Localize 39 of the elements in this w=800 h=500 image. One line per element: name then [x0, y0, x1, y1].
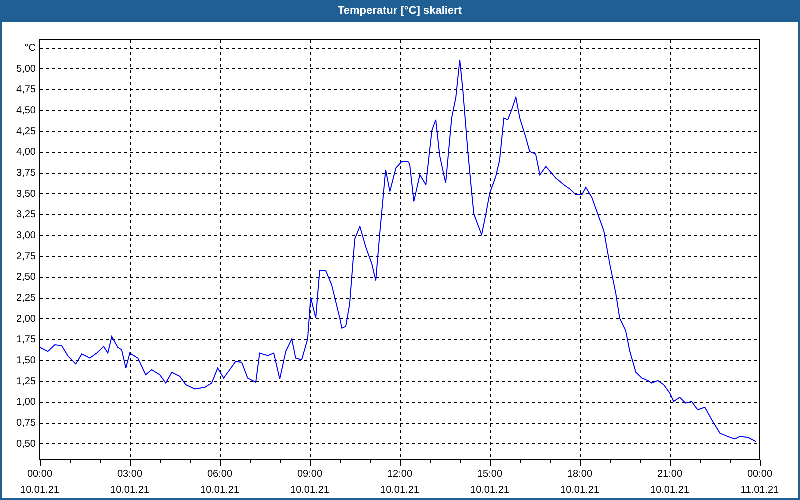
x-date-label: 10.01.21 — [380, 485, 420, 496]
y-tick-label: 0,75 — [16, 418, 36, 429]
y-tick-label: 3,25 — [16, 210, 36, 221]
x-tick-label: 15:00 — [477, 469, 503, 480]
x-tick-label: 09:00 — [297, 469, 323, 480]
x-date-label: 10.01.21 — [290, 485, 330, 496]
y-tick-label: 4,75 — [16, 84, 36, 96]
y-tick-label: 1,00 — [16, 397, 36, 408]
x-tick-label: 06:00 — [207, 469, 233, 480]
x-tick-label: 00:00 — [747, 469, 773, 480]
x-date-label: 10.01.21 — [200, 485, 240, 496]
x-tick-label: 18:00 — [567, 469, 593, 480]
y-tick-label: 0,50 — [16, 438, 36, 450]
y-tick-label: 4,25 — [16, 126, 36, 138]
y-tick-label: 3,50 — [16, 188, 36, 200]
x-date-label: 10.01.21 — [20, 485, 60, 496]
y-tick-label: 1,25 — [16, 376, 36, 388]
y-tick-label: 2,75 — [16, 251, 36, 262]
x-date-label: 10.01.21 — [650, 485, 690, 496]
y-tick-label: 4,00 — [16, 147, 36, 158]
x-tick-label: 00:00 — [27, 469, 53, 480]
x-date-label: 10.01.21 — [470, 485, 510, 496]
x-date-label: 10.01.21 — [560, 485, 600, 496]
y-tick-label: 2,00 — [16, 314, 36, 325]
y-tick-label: 3,00 — [16, 230, 36, 242]
y-tick-label: 4,50 — [16, 106, 36, 116]
y-tick-label: 1,75 — [16, 334, 36, 346]
x-date-label: 11.01.21 — [740, 485, 780, 496]
y-tick-label: 3,75 — [16, 168, 36, 179]
y-tick-label: 2,25 — [16, 293, 36, 304]
y-tick-label: 1,50 — [16, 356, 36, 366]
x-tick-label: 21:00 — [657, 469, 683, 480]
y-tick-label: 2,50 — [16, 272, 36, 284]
x-tick-label: 03:00 — [117, 469, 143, 480]
window-title: Temperatur [°C] skaliert — [338, 4, 462, 19]
y-axis-unit: °C — [24, 43, 36, 54]
x-tick-label: 12:00 — [387, 469, 413, 480]
y-tick-label: 5,00 — [16, 64, 36, 75]
x-date-label: 10.01.21 — [110, 485, 150, 496]
